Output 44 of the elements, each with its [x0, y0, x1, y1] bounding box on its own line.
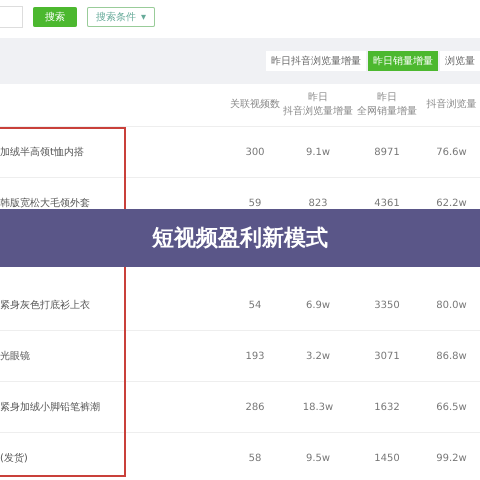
- table-cell: 9.5w: [306, 452, 330, 464]
- column-header: 全网销量增量: [357, 105, 417, 119]
- column-header: 关联视频数: [230, 98, 280, 112]
- product-name: 韩版宽松大毛领外套: [0, 196, 90, 210]
- column-header: 昨日: [377, 91, 397, 105]
- table-cell: 99.2w: [436, 452, 467, 464]
- table-cell: 3.2w: [306, 350, 330, 362]
- sort-tab[interactable]: 浏览量: [440, 51, 480, 71]
- table-cell: 8971: [374, 146, 400, 158]
- table-cell: 59: [248, 198, 262, 208]
- table-cell: 286: [245, 402, 265, 412]
- table-cell: 6.9w: [306, 300, 330, 310]
- table-cell: 3071: [374, 350, 400, 362]
- product-name: 紧身灰色打底衫上衣: [0, 298, 90, 312]
- table-cell: 1450: [374, 452, 400, 464]
- table-cell: 66.5w: [436, 402, 467, 412]
- table-cell: 300: [245, 146, 265, 158]
- table-cell: 3350: [374, 300, 400, 310]
- table-cell: 86.8w: [436, 350, 467, 362]
- column-header: 抖音浏览量: [426, 98, 476, 112]
- sort-tab[interactable]: 昨日销量增量: [368, 51, 438, 71]
- caret-icon: ▾: [141, 12, 146, 22]
- banner-title: 短视频盈利新模式: [0, 209, 480, 267]
- table-cell: 54: [248, 300, 262, 310]
- table-cell: 76.6w: [436, 146, 467, 158]
- column-header: 抖音浏览量增量: [283, 105, 353, 119]
- table-cell: 58: [248, 452, 262, 464]
- search-button[interactable]: 搜索: [33, 7, 77, 27]
- table-cell: 62.2w: [436, 198, 467, 208]
- column-header: 昨日: [308, 91, 328, 105]
- table-cell: 18.3w: [302, 402, 334, 412]
- table-cell: 823: [308, 198, 328, 208]
- sort-tab[interactable]: 昨日抖音浏览量增量: [266, 51, 366, 71]
- product-name: 光眼镜: [0, 350, 30, 363]
- product-name: (发货): [0, 452, 28, 465]
- table-cell: 80.0w: [436, 300, 467, 310]
- product-name: 加绒半高领t恤内搭: [0, 146, 84, 159]
- table-cell: 193: [245, 350, 265, 362]
- table-cell: 9.1w: [306, 146, 330, 158]
- table-cell: 1632: [374, 402, 400, 412]
- filter-button[interactable]: 搜索条件 ▾: [87, 7, 156, 27]
- search-field[interactable]: [0, 6, 23, 28]
- product-name: 紧身加绒小脚铅笔裤潮: [0, 400, 100, 414]
- table-cell: 4361: [374, 198, 400, 208]
